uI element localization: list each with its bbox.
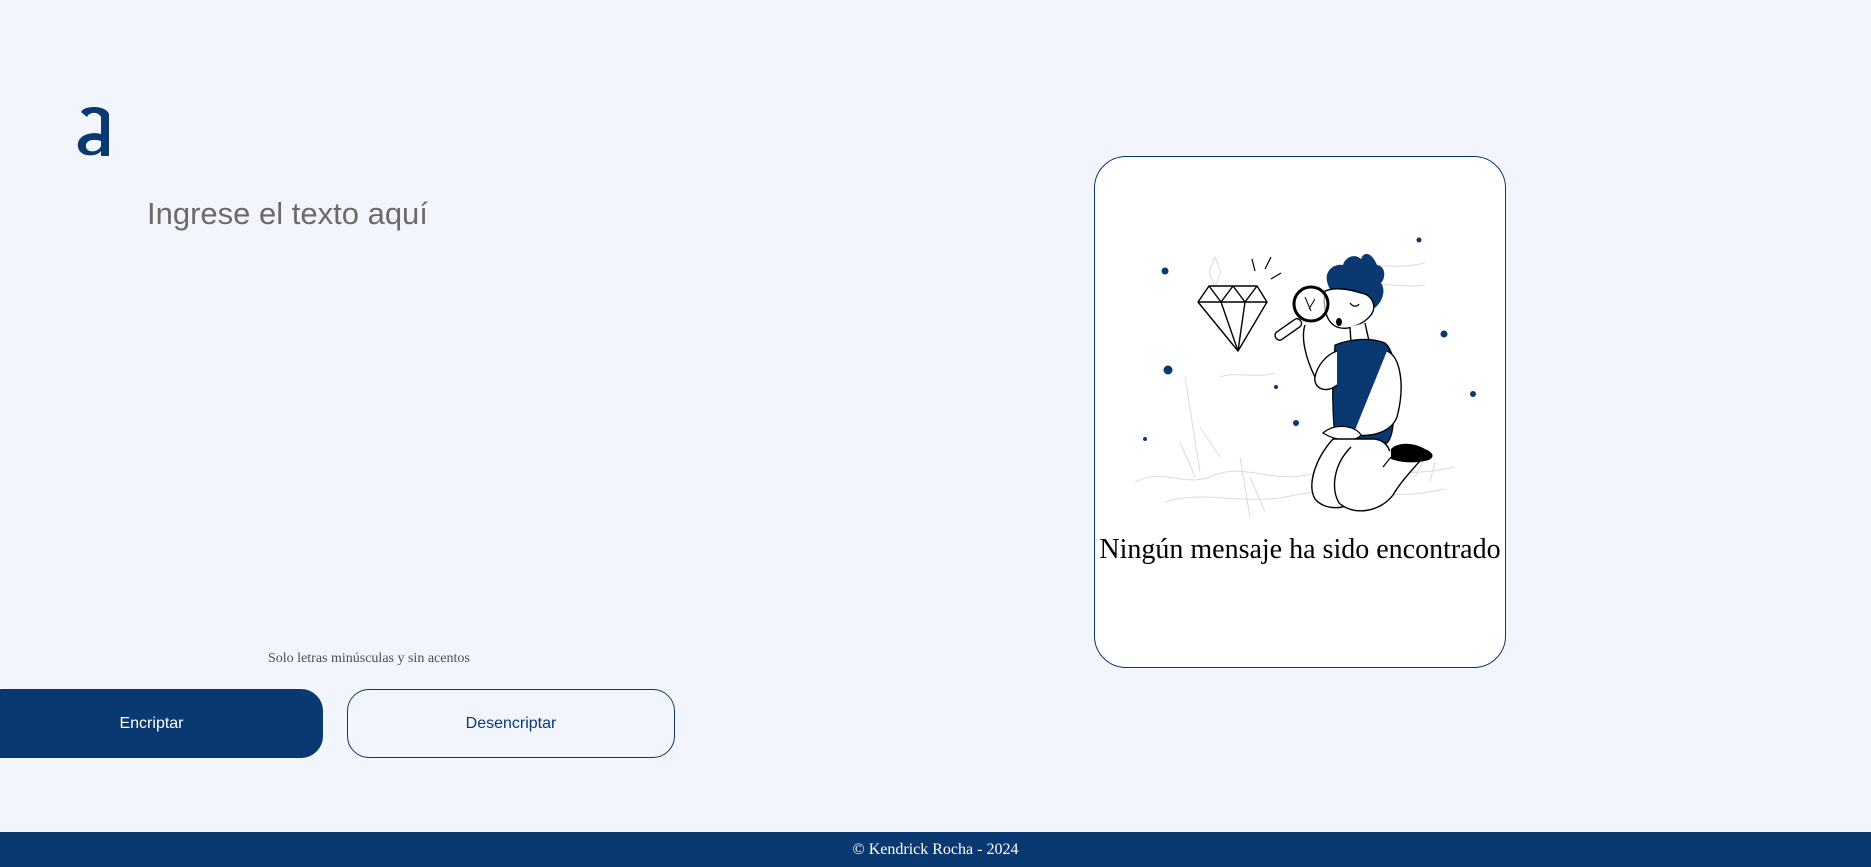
- decrypt-button[interactable]: Desencriptar: [347, 689, 675, 758]
- result-panel: Ningún mensaje ha sido encontrado: [1094, 156, 1506, 668]
- footer-copyright: © Kendrick Rocha - 2024: [852, 840, 1019, 858]
- input-hint: Solo letras minúsculas y sin acentos: [268, 651, 470, 667]
- no-message-title: Ningún mensaje ha sido encontrado: [1099, 534, 1501, 565]
- encrypt-button[interactable]: Encriptar: [0, 689, 323, 758]
- hint-text: Solo letras minúsculas y sin acentos: [268, 651, 470, 666]
- message-input[interactable]: [147, 196, 847, 616]
- footer: © Kendrick Rocha - 2024: [0, 832, 1871, 867]
- page: Solo letras minúsculas y sin acentos Enc…: [0, 0, 1871, 867]
- encrypt-button-label: Encriptar: [119, 714, 184, 732]
- person-magnifying-glass-diamond-illustration: [1134, 237, 1476, 518]
- alura-a-logo-icon: [77, 106, 109, 156]
- decrypt-button-label: Desencriptar: [465, 714, 557, 732]
